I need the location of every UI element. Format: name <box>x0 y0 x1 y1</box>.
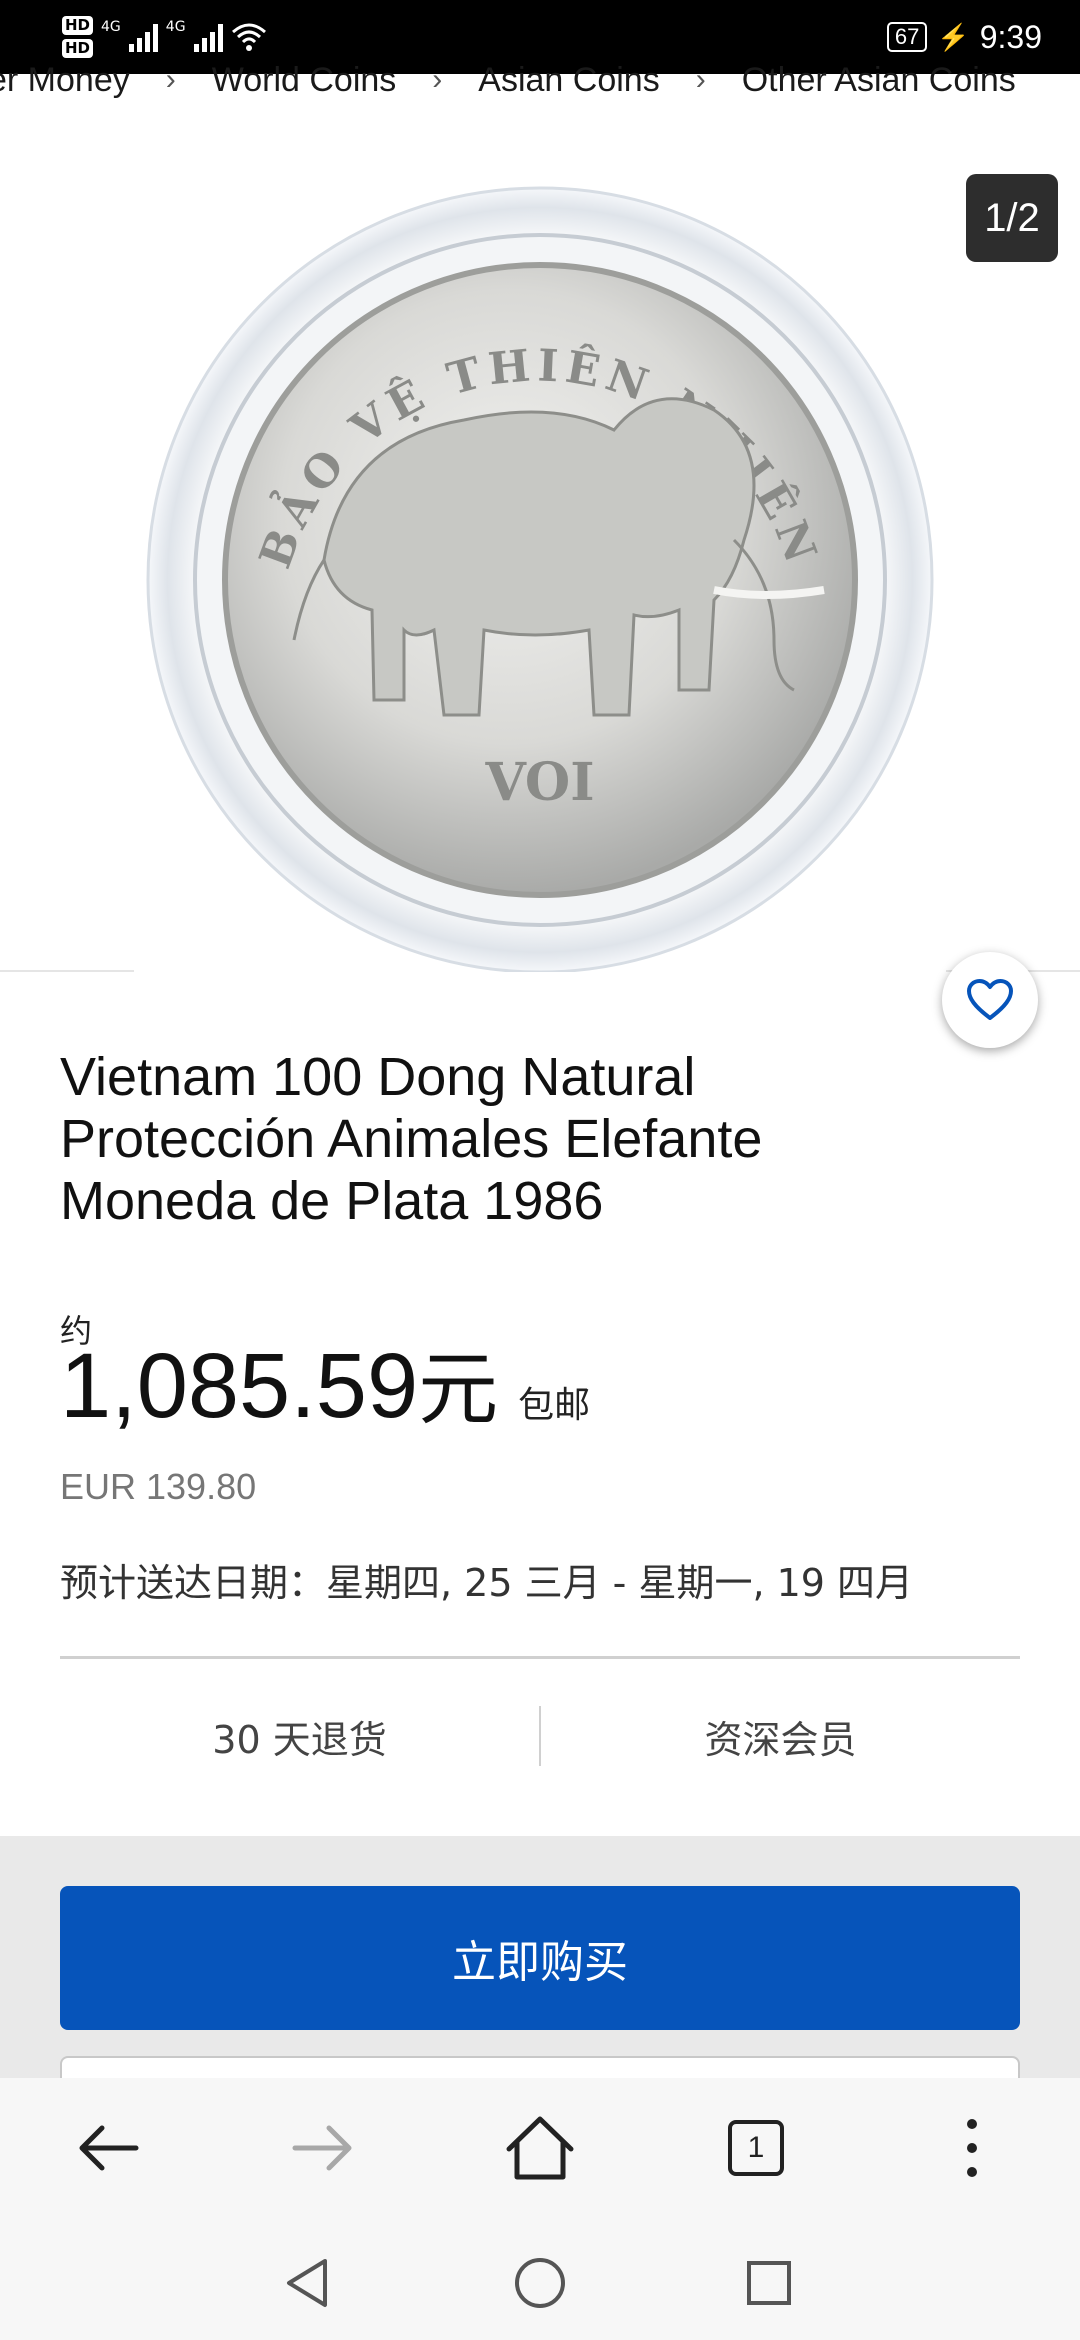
forward-button[interactable] <box>283 2108 363 2188</box>
system-back-button[interactable] <box>272 2248 342 2318</box>
more-button[interactable] <box>932 2108 1012 2188</box>
triangle-back-icon <box>287 2259 327 2307</box>
image-gallery[interactable]: BẢO VỆ THIÊN NHIÊN VOI 1/2 <box>0 102 1080 974</box>
buy-area: 立即购买 <box>0 1836 1080 2096</box>
buy-now-button[interactable]: 立即购买 <box>60 1886 1020 2030</box>
home-icon <box>506 2116 574 2180</box>
square-recents-icon <box>747 2261 791 2305</box>
product-image[interactable]: BẢO VỆ THIÊN NHIÊN VOI <box>134 160 946 974</box>
arrow-right-icon <box>292 2125 352 2171</box>
breadcrumb: er Money › World Coins › Asian Coins › O… <box>0 58 1080 102</box>
chevron-right-icon: › <box>432 63 443 96</box>
price-row: 1,085.59元 包邮 <box>60 1336 590 1440</box>
delivery-estimate: 预计送达日期：星期四, 25 三月 - 星期一, 19 四月 <box>60 1561 914 1605</box>
heart-outline-icon <box>967 979 1013 1020</box>
hd-badge-1: HD <box>62 16 94 35</box>
clock: 9:39 <box>979 18 1042 55</box>
home-button[interactable] <box>500 2108 580 2188</box>
charging-icon: ⚡ <box>937 21 970 52</box>
image-counter: 1/2 <box>966 174 1058 262</box>
back-button[interactable] <box>68 2108 148 2188</box>
more-vertical-icon <box>967 2119 977 2177</box>
wifi-icon <box>231 23 266 51</box>
price-value: 1,085.59元 <box>60 1336 498 1440</box>
circle-home-icon <box>515 2258 565 2308</box>
coin-legend-bottom: VOI <box>484 752 594 813</box>
breadcrumb-item[interactable]: World Coins <box>212 61 397 100</box>
original-price: EUR 139.80 <box>60 1466 257 1507</box>
system-recents-button[interactable] <box>734 2248 804 2318</box>
arrow-left-icon <box>79 2125 139 2171</box>
breadcrumb-item[interactable]: Asian Coins <box>478 61 659 100</box>
seller-feature[interactable]: 资深会员 <box>541 1709 1020 1764</box>
chevron-right-icon: › <box>165 63 176 96</box>
feature-row: 30 天退货 资深会员 <box>60 1700 1020 1772</box>
system-home-button[interactable] <box>505 2248 575 2318</box>
signal-icon-1 <box>128 22 158 52</box>
battery-icon: 67 <box>886 22 928 52</box>
hd-badge-2: HD <box>62 39 94 58</box>
product-title: Vietnam 100 Dong Natural Protección Anim… <box>60 1047 763 1231</box>
breadcrumb-item[interactable]: Other Asian Coins <box>742 61 1016 100</box>
browser-toolbar: 1 <box>0 2078 1080 2218</box>
system-nav-bar <box>0 2218 1080 2340</box>
divider <box>60 1656 1020 1659</box>
price-unit: 元 <box>418 1345 499 1434</box>
chevron-right-icon: › <box>695 63 706 96</box>
signal-icon-2 <box>193 22 223 52</box>
returns-feature[interactable]: 30 天退货 <box>60 1709 539 1764</box>
price-amount: 1,085.59 <box>60 1335 419 1437</box>
tabs-button[interactable]: 1 <box>716 2108 796 2188</box>
tab-count: 1 <box>728 2120 784 2176</box>
shipping-label: 包邮 <box>518 1385 591 1426</box>
coin-image: BẢO VỆ THIÊN NHIÊN VOI <box>146 186 934 974</box>
breadcrumb-item[interactable]: er Money <box>0 61 130 100</box>
hd-indicators: HD HD <box>62 16 94 58</box>
favorite-button[interactable] <box>942 952 1038 1048</box>
network-type-2: 4G <box>165 19 186 35</box>
network-type-1: 4G <box>101 19 121 35</box>
